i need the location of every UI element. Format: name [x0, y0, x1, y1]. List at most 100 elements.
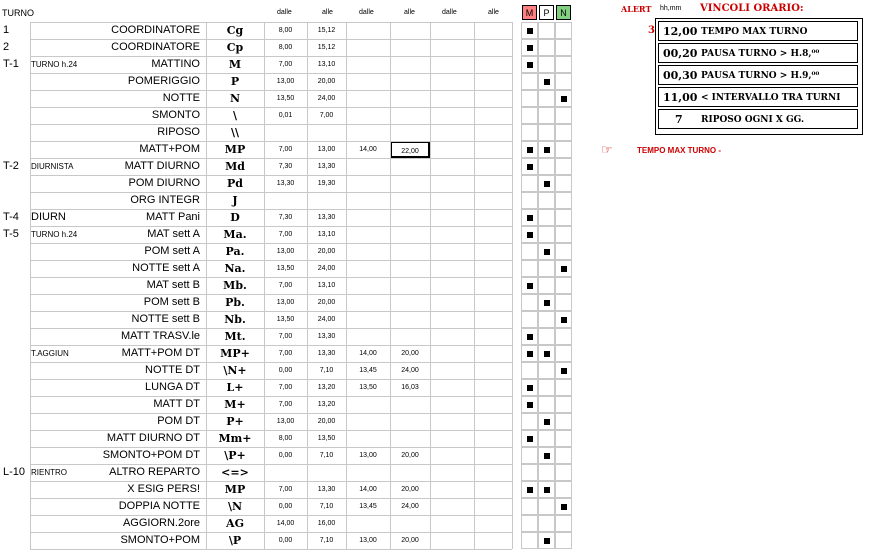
time-alle-3[interactable]: [474, 22, 512, 39]
time-alle-2[interactable]: [390, 90, 430, 107]
time-dalle-2[interactable]: 13,00: [346, 532, 390, 549]
p-flag-checkbox[interactable]: [538, 226, 555, 243]
m-flag-checkbox[interactable]: [521, 192, 538, 209]
shift-symbol[interactable]: Nb.: [206, 311, 264, 328]
time-dalle-3[interactable]: [430, 124, 474, 141]
time-dalle-3[interactable]: [430, 481, 474, 498]
time-alle-3[interactable]: [474, 243, 512, 260]
shift-description[interactable]: MATT Pani: [60, 209, 202, 226]
n-flag-checkbox[interactable]: [555, 260, 572, 277]
shift-symbol[interactable]: Pb.: [206, 294, 264, 311]
time-dalle-1[interactable]: 0,00: [264, 362, 307, 379]
time-dalle-3[interactable]: [430, 311, 474, 328]
time-dalle-2[interactable]: [346, 226, 390, 243]
p-flag-checkbox[interactable]: [538, 498, 555, 515]
m-flag-checkbox[interactable]: [521, 22, 538, 39]
time-alle-1[interactable]: 13,50: [307, 430, 346, 447]
time-alle-2[interactable]: [390, 277, 430, 294]
constraint-value[interactable]: 11,00: [663, 91, 697, 104]
shift-description[interactable]: MATT TRASV.le: [60, 328, 202, 345]
time-dalle-3[interactable]: [430, 396, 474, 413]
p-flag-checkbox[interactable]: [538, 124, 555, 141]
shift-symbol[interactable]: Cg: [206, 22, 264, 39]
time-dalle-2[interactable]: 13,45: [346, 362, 390, 379]
p-flag-checkbox[interactable]: [538, 175, 555, 192]
time-dalle-2[interactable]: [346, 209, 390, 226]
n-flag-checkbox[interactable]: [555, 73, 572, 90]
p-flag-checkbox[interactable]: [538, 515, 555, 532]
p-flag-checkbox[interactable]: [538, 192, 555, 209]
time-alle-3[interactable]: [474, 311, 512, 328]
shift-symbol[interactable]: M: [206, 56, 264, 73]
m-flag-checkbox[interactable]: [521, 413, 538, 430]
shift-symbol[interactable]: N: [206, 90, 264, 107]
time-dalle-2[interactable]: 14,00: [346, 481, 390, 498]
m-flag-checkbox[interactable]: [521, 362, 538, 379]
time-alle-3[interactable]: [474, 532, 512, 549]
time-alle-2[interactable]: 20,00: [390, 481, 430, 498]
time-dalle-2[interactable]: [346, 515, 390, 532]
time-alle-1[interactable]: 13,30: [307, 481, 346, 498]
p-flag-checkbox[interactable]: [538, 345, 555, 362]
shift-description[interactable]: MATT DIURNO DT: [60, 430, 202, 447]
time-dalle-1[interactable]: 7,00: [264, 56, 307, 73]
header-p-button[interactable]: P: [539, 5, 554, 20]
time-alle-3[interactable]: [474, 328, 512, 345]
time-dalle-1[interactable]: [264, 464, 307, 481]
time-dalle-3[interactable]: [430, 430, 474, 447]
time-alle-1[interactable]: [307, 464, 346, 481]
n-flag-checkbox[interactable]: [555, 396, 572, 413]
m-flag-checkbox[interactable]: [521, 175, 538, 192]
shift-symbol[interactable]: \N+: [206, 362, 264, 379]
time-alle-3[interactable]: [474, 56, 512, 73]
time-alle-3[interactable]: [474, 515, 512, 532]
time-dalle-3[interactable]: [430, 192, 474, 209]
shift-description[interactable]: AGGIORN.2ore: [60, 515, 202, 532]
time-dalle-1[interactable]: 7,00: [264, 396, 307, 413]
shift-symbol[interactable]: L+: [206, 379, 264, 396]
time-alle-3[interactable]: [474, 124, 512, 141]
time-alle-3[interactable]: [474, 413, 512, 430]
time-dalle-2[interactable]: [346, 124, 390, 141]
shift-symbol[interactable]: \\: [206, 124, 264, 141]
time-dalle-2[interactable]: [346, 107, 390, 124]
time-alle-3[interactable]: [474, 464, 512, 481]
m-flag-checkbox[interactable]: [521, 396, 538, 413]
time-dalle-2[interactable]: [346, 175, 390, 192]
p-flag-checkbox[interactable]: [538, 532, 555, 549]
time-dalle-2[interactable]: [346, 413, 390, 430]
time-alle-2[interactable]: [390, 260, 430, 277]
time-dalle-2[interactable]: 14,00: [346, 141, 390, 158]
time-alle-2[interactable]: 24,00: [390, 362, 430, 379]
shift-symbol[interactable]: Ma.: [206, 226, 264, 243]
p-flag-checkbox[interactable]: [538, 413, 555, 430]
time-dalle-3[interactable]: [430, 277, 474, 294]
time-alle-2[interactable]: [390, 124, 430, 141]
m-flag-checkbox[interactable]: [521, 243, 538, 260]
shift-description[interactable]: MATT+POM: [60, 141, 202, 158]
time-dalle-2[interactable]: 13,45: [346, 498, 390, 515]
time-dalle-3[interactable]: [430, 209, 474, 226]
shift-symbol[interactable]: Cp: [206, 39, 264, 56]
shift-description[interactable]: SMONTO: [60, 107, 202, 124]
shift-description[interactable]: LUNGA DT: [60, 379, 202, 396]
shift-description[interactable]: X ESIG PERS!: [60, 481, 202, 498]
m-flag-checkbox[interactable]: [521, 311, 538, 328]
m-flag-checkbox[interactable]: [521, 481, 538, 498]
p-flag-checkbox[interactable]: [538, 396, 555, 413]
shift-description[interactable]: ORG INTEGR: [60, 192, 202, 209]
time-dalle-2[interactable]: [346, 464, 390, 481]
shift-description[interactable]: RIPOSO: [60, 124, 202, 141]
shift-description[interactable]: POM DIURNO: [60, 175, 202, 192]
time-dalle-2[interactable]: [346, 430, 390, 447]
shift-description[interactable]: DOPPIA NOTTE: [60, 498, 202, 515]
time-alle-1[interactable]: 13,30: [307, 209, 346, 226]
time-alle-1[interactable]: [307, 192, 346, 209]
time-alle-3[interactable]: [474, 175, 512, 192]
time-dalle-1[interactable]: 13,50: [264, 90, 307, 107]
m-flag-checkbox[interactable]: [521, 226, 538, 243]
n-flag-checkbox[interactable]: [555, 243, 572, 260]
time-dalle-1[interactable]: 7,00: [264, 226, 307, 243]
shift-symbol[interactable]: \P: [206, 532, 264, 549]
time-alle-2[interactable]: [390, 328, 430, 345]
